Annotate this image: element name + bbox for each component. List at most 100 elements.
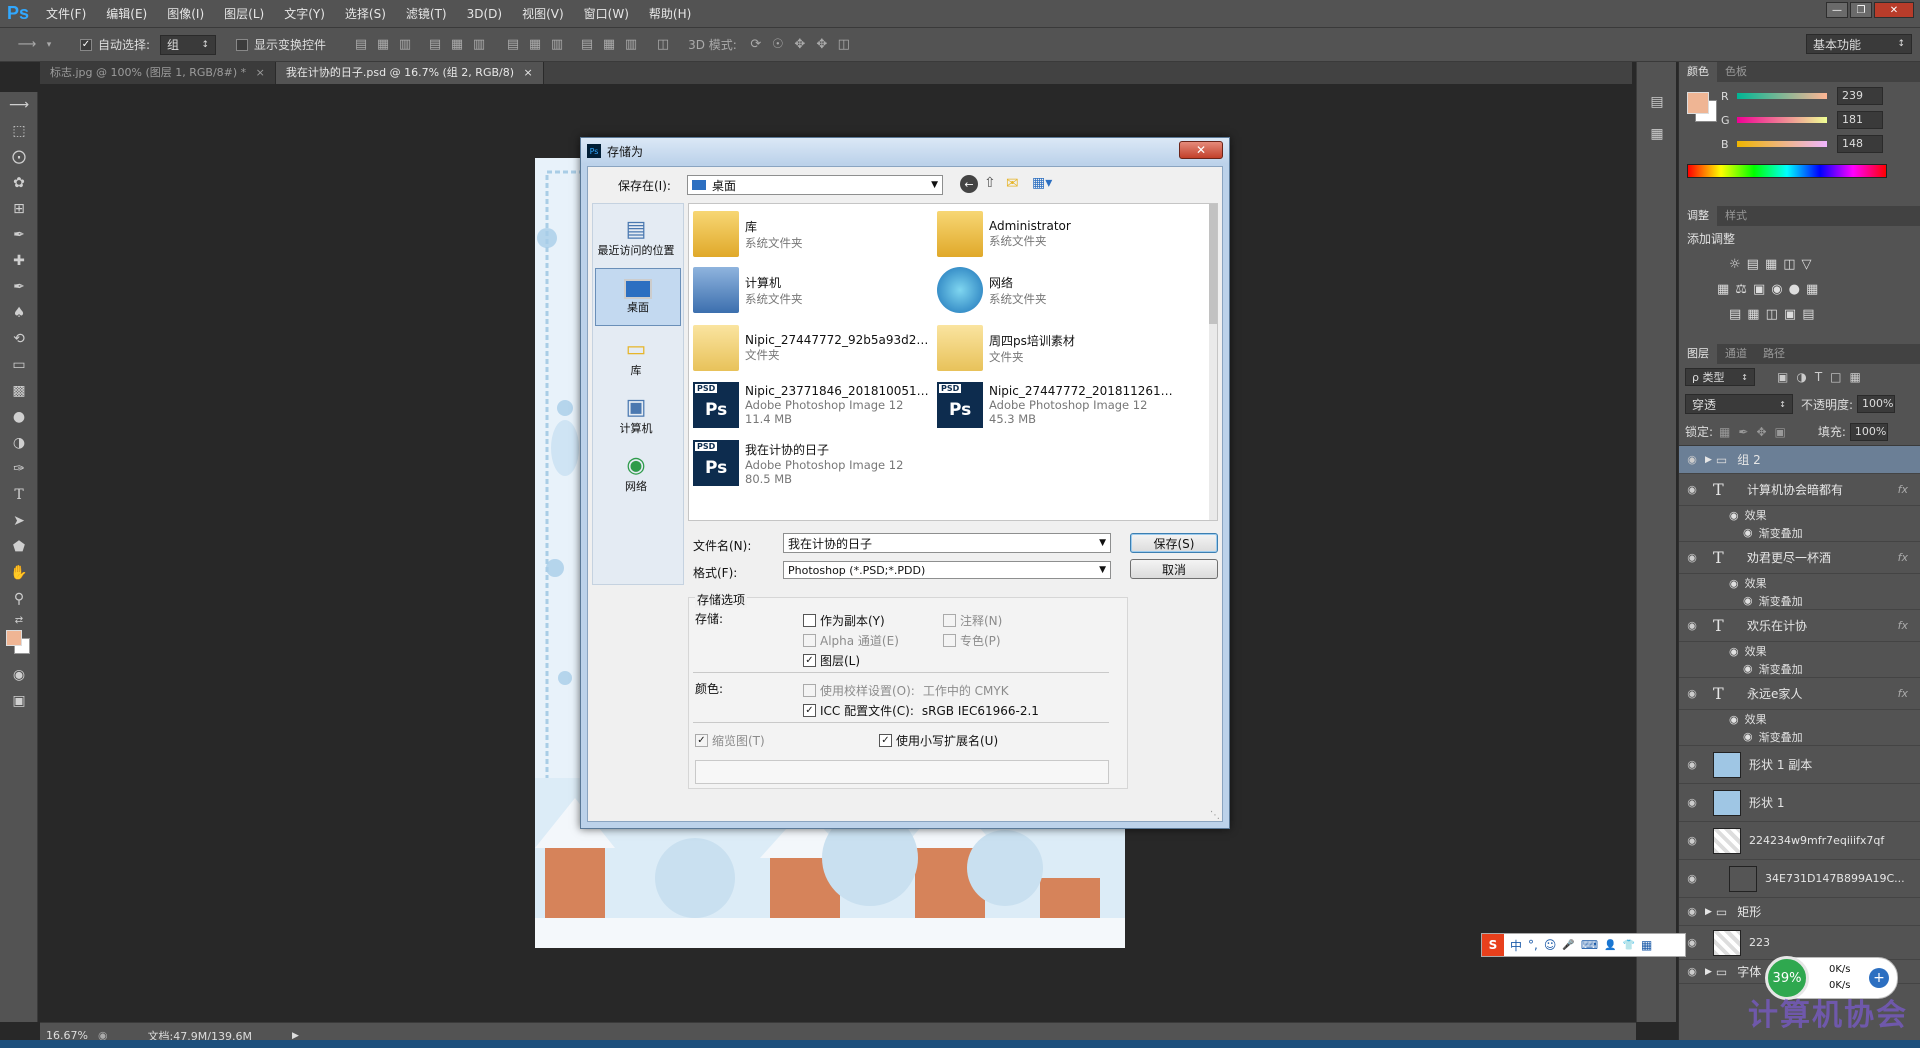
quick-mask-icon[interactable]: ◉ [0, 662, 38, 688]
dialog-close-button[interactable]: ✕ [1179, 141, 1223, 159]
minimize-button[interactable]: — [1826, 2, 1848, 18]
menu-filter[interactable]: 滤镜(T) [396, 0, 457, 28]
layers-checkbox[interactable]: ✓ [803, 654, 816, 667]
eye-icon[interactable]: ◉ [1679, 965, 1705, 978]
hand-tool-icon[interactable]: ✋ [0, 560, 38, 586]
layer-text-2[interactable]: ◉ T 劝君更尽一杯酒 fx [1679, 542, 1920, 574]
file-item-folder-nipic[interactable]: Nipic_27447772_92b5a93d2a... 文件夹 [693, 322, 933, 374]
3d-scale-icon[interactable]: ◫ [833, 37, 855, 52]
menu-view[interactable]: 视图(V) [512, 0, 574, 28]
auto-select-dropdown[interactable]: 组 ↕ [160, 34, 217, 55]
tab-main-psd[interactable]: 我在计协的日子.psd @ 16.7% (组 2, RGB/8) × [275, 62, 544, 84]
plus-icon[interactable]: + [1869, 968, 1889, 988]
eye-icon[interactable]: ◉ [1729, 509, 1739, 522]
3d-pan-icon[interactable]: ✥ [789, 37, 811, 52]
photo-filter-icon[interactable]: ◉ [1771, 282, 1782, 297]
eyedropper-tool-icon[interactable]: ✒ [0, 222, 38, 248]
exposure-icon[interactable]: ◫ [1783, 257, 1795, 272]
channel-mixer-icon[interactable]: ● [1789, 282, 1800, 297]
threshold-icon[interactable]: ◫ [1766, 307, 1778, 322]
levels-icon[interactable]: ▤ [1747, 257, 1759, 272]
brightness-icon[interactable]: ☼ [1729, 257, 1741, 272]
blue-slider[interactable] [1737, 141, 1827, 147]
move-tool-icon[interactable]: ⟶ [0, 92, 38, 118]
gradient-overlay-row[interactable]: ◉ 渐变叠加 [1679, 592, 1920, 610]
red-value[interactable]: 239 [1837, 87, 1883, 105]
gradient-tool-icon[interactable]: ▩ [0, 378, 38, 404]
place-network[interactable]: ◉ 网络 [593, 444, 679, 502]
tab-layers[interactable]: 图层 [1679, 344, 1717, 364]
hue-sat-icon[interactable]: ▦ [1717, 282, 1729, 297]
ime-tools-icon[interactable]: ▦ [1641, 938, 1652, 952]
eraser-tool-icon[interactable]: ▭ [0, 352, 38, 378]
restore-button[interactable]: ❐ [1850, 2, 1872, 18]
eye-icon[interactable]: ◉ [1679, 483, 1705, 496]
filename-input[interactable]: 我在计协的日子 ▼ [783, 533, 1111, 553]
foreground-color-swatch[interactable] [6, 630, 22, 646]
eye-icon[interactable]: ◉ [1729, 645, 1739, 658]
menu-file[interactable]: 文件(F) [36, 0, 96, 28]
lock-transparent-icon[interactable]: ▦ [1719, 425, 1730, 439]
vibrance-icon[interactable]: ▽ [1802, 257, 1812, 272]
layer-image-2[interactable]: ◉ 34E731D147B899A19C... [1679, 860, 1920, 898]
tab-styles[interactable]: 样式 [1717, 206, 1755, 226]
menu-select[interactable]: 选择(S) [335, 0, 396, 28]
screen-mode-icon[interactable]: ▣ [0, 688, 38, 714]
fx-badge[interactable]: fx [1898, 483, 1908, 496]
fx-badge[interactable]: fx [1898, 619, 1908, 632]
eye-icon[interactable]: ◉ [1679, 619, 1705, 632]
history-panel-icon[interactable]: ▤ [1637, 86, 1677, 118]
path-select-icon[interactable]: ➤ [0, 508, 38, 534]
green-slider[interactable] [1737, 117, 1827, 123]
layer-text-1[interactable]: ◉ T 计算机协会暗都有 fx [1679, 474, 1920, 506]
layer-shape[interactable]: ◉ 形状 1 [1679, 784, 1920, 822]
ime-keyboard-icon[interactable]: ⌨ [1581, 938, 1598, 952]
menu-image[interactable]: 图像(I) [157, 0, 214, 28]
lock-all-icon[interactable]: ▣ [1775, 425, 1786, 439]
red-slider[interactable] [1737, 93, 1827, 99]
layer-image-3[interactable]: ◉ 223 [1679, 926, 1920, 960]
properties-panel-icon[interactable]: ▦ [1637, 118, 1677, 150]
effect-row[interactable]: ◉ 效果 [1679, 506, 1920, 524]
tab-channels[interactable]: 通道 [1717, 344, 1755, 364]
ime-user-icon[interactable]: 👤 [1604, 940, 1616, 951]
file-list-scrollbar[interactable] [1209, 204, 1217, 520]
distribute-hcenter-icon[interactable]: ▦ [598, 37, 620, 52]
layer-text-3[interactable]: ◉ T 欢乐在计协 fx [1679, 610, 1920, 642]
marquee-tool-icon[interactable]: ⬚ [0, 118, 38, 144]
color-balance-icon[interactable]: ⚖ [1735, 282, 1747, 297]
option-icc[interactable]: ✓ ICC 配置文件(C): sRGB IEC61966-2.1 [803, 702, 1039, 719]
place-computer[interactable]: ▣ 计算机 [593, 386, 679, 444]
effect-row[interactable]: ◉ 效果 [1679, 710, 1920, 728]
eye-icon[interactable]: ◉ [1679, 453, 1705, 466]
blend-mode-dropdown[interactable]: 穿透 ↕ [1685, 394, 1793, 414]
filter-pixel-icon[interactable]: ▣ [1777, 370, 1788, 384]
posterize-icon[interactable]: ▦ [1747, 307, 1759, 322]
lasso-tool-icon[interactable]: ⨀ [0, 144, 38, 170]
align-hcenter-icon[interactable]: ▦ [446, 37, 468, 52]
auto-select-checkbox[interactable]: ✓ [80, 38, 92, 51]
filter-shape-icon[interactable]: □ [1830, 370, 1841, 384]
up-folder-icon[interactable]: ⇧ [984, 175, 996, 191]
ime-mode-chinese[interactable]: 中 [1510, 937, 1522, 954]
gradient-overlay-row[interactable]: ◉ 渐变叠加 [1679, 728, 1920, 746]
brush-tool-icon[interactable]: ✒ [0, 274, 38, 300]
eye-icon[interactable]: ◉ [1679, 834, 1705, 847]
file-item-psd-2[interactable]: PSD Ps Nipic_27447772_2018112614... Adobe… [937, 376, 1177, 434]
status-menu-arrow-icon[interactable]: ▶ [292, 1031, 299, 1041]
distribute-left-icon[interactable]: ▤ [576, 37, 598, 52]
color-spectrum[interactable] [1687, 164, 1887, 178]
align-vcenter-icon[interactable]: ▦ [372, 37, 394, 52]
tab-color[interactable]: 颜色 [1679, 62, 1717, 82]
option-as-copy[interactable]: 作为副本(Y) [803, 612, 885, 629]
eye-icon[interactable]: ◉ [1679, 796, 1705, 809]
3d-slide-icon[interactable]: ✥ [811, 37, 833, 52]
blur-tool-icon[interactable]: ● [0, 404, 38, 430]
dodge-tool-icon[interactable]: ◑ [0, 430, 38, 456]
align-left-icon[interactable]: ▤ [424, 37, 446, 52]
fx-badge[interactable]: fx [1898, 551, 1908, 564]
view-menu-icon[interactable]: ▦▾ [1032, 175, 1052, 191]
chevron-right-icon[interactable]: ▶ [1705, 967, 1712, 977]
align-bottom-icon[interactable]: ▥ [394, 37, 416, 52]
save-button[interactable]: 保存(S) [1130, 533, 1218, 553]
